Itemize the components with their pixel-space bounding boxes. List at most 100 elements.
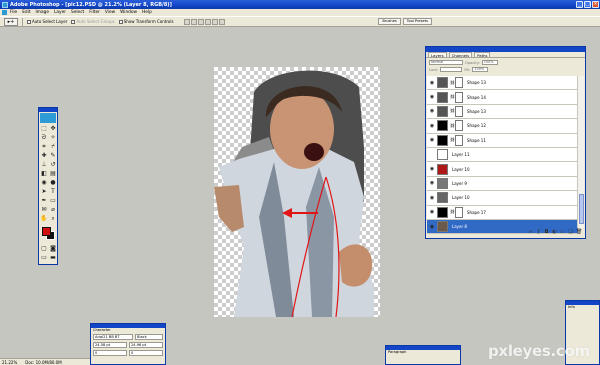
checkbox-box[interactable] <box>71 19 76 24</box>
tab-info[interactable]: Info <box>566 305 599 310</box>
align-bottom-edges-icon[interactable] <box>197 18 204 25</box>
vector-mask-thumbnail[interactable] <box>455 206 463 218</box>
layer-row[interactable]: ◉ ⛓ Shape 11 <box>427 134 578 148</box>
visibility-eye-icon[interactable] <box>429 152 435 158</box>
link-chain-icon[interactable]: ⛓ <box>450 80 455 86</box>
layer-row[interactable]: ◉ ⛓ Shape 17 <box>427 206 578 220</box>
layer-row[interactable]: Layer 11 <box>427 148 578 163</box>
visibility-eye-icon[interactable]: ◉ <box>429 94 435 100</box>
blur-tool-icon[interactable]: ◉ <box>40 179 48 187</box>
close-button[interactable]: × <box>592 1 599 8</box>
adjustment-layer-icon[interactable]: ◐ <box>552 230 557 235</box>
leading-field[interactable]: 24.96 pt <box>129 342 163 348</box>
lasso-tool-icon[interactable]: ᘐ <box>40 134 48 142</box>
standard-mode-icon[interactable]: ▢ <box>40 245 48 253</box>
align-vertical-centers-icon[interactable] <box>190 18 197 25</box>
font-style-select[interactable]: Black <box>135 334 163 340</box>
quick-mask-mode-icon[interactable]: ◙ <box>49 245 57 253</box>
document-canvas[interactable] <box>214 67 380 317</box>
layers-scrollbar[interactable] <box>577 76 584 228</box>
menu-filter[interactable]: Filter <box>89 10 100 15</box>
zoom-tool-icon[interactable]: ⌕ <box>49 215 57 223</box>
add-mask-icon[interactable]: ◘ <box>544 230 549 235</box>
pen-tool-icon[interactable]: ✒ <box>40 197 48 205</box>
eraser-tool-icon[interactable]: ◧ <box>40 170 48 178</box>
align-right-edges-icon[interactable] <box>218 18 225 25</box>
tracking-field[interactable]: 0 <box>129 350 163 356</box>
layer-row[interactable]: ◉ Layer 10 <box>427 162 578 177</box>
auto-select-groups-checkbox[interactable]: Auto Select Groups <box>71 19 115 24</box>
screen-mode-standard-icon[interactable]: ▭ <box>40 254 48 262</box>
show-transform-controls-checkbox[interactable]: Show Transform Controls <box>118 19 174 24</box>
tab-tool-presets[interactable]: Tool Presets <box>402 18 432 25</box>
eyedropper-tool-icon[interactable]: ⌀ <box>49 206 57 214</box>
align-left-edges-icon[interactable] <box>204 18 211 25</box>
clone-stamp-icon[interactable]: ⊥ <box>40 161 48 169</box>
link-chain-icon[interactable]: ⛓ <box>450 108 455 114</box>
lock-buttons[interactable] <box>440 67 463 72</box>
document-icon[interactable] <box>2 10 7 15</box>
scrollbar-thumb[interactable] <box>579 194 584 224</box>
link-chain-icon[interactable]: ⛓ <box>450 209 455 215</box>
visibility-eye-icon[interactable]: ◉ <box>429 80 435 86</box>
visibility-eye-icon[interactable]: ◉ <box>429 195 435 201</box>
tool-preset-picker[interactable]: ▸+ <box>4 17 18 26</box>
crop-tool-icon[interactable]: ⌗ <box>40 143 48 151</box>
new-group-icon[interactable]: ▭ <box>560 230 565 235</box>
visibility-eye-icon[interactable]: ◉ <box>429 209 435 215</box>
link-chain-icon[interactable]: ⛓ <box>450 123 455 129</box>
new-layer-icon[interactable]: ❏ <box>568 230 573 235</box>
menu-window[interactable]: Window <box>120 10 137 15</box>
vector-mask-thumbnail[interactable] <box>455 105 463 117</box>
tab-paragraph[interactable]: Paragraph <box>386 350 460 355</box>
dodge-tool-icon[interactable]: ● <box>49 179 57 187</box>
vector-mask-thumbnail[interactable] <box>455 120 463 132</box>
layer-row[interactable]: ◉ ⛓ Shape 14 <box>427 90 578 105</box>
opacity-field[interactable]: 100% <box>481 60 498 65</box>
hand-tool-icon[interactable]: ✋ <box>40 215 48 223</box>
link-chain-icon[interactable]: ⛓ <box>450 94 455 100</box>
visibility-eye-icon[interactable]: ◉ <box>429 123 435 129</box>
menu-file[interactable]: File <box>10 10 17 15</box>
magic-wand-tool-icon[interactable]: ✧ <box>49 134 57 142</box>
blend-mode-select[interactable]: Normal <box>429 60 463 65</box>
notes-tool-icon[interactable]: ✉ <box>40 206 48 214</box>
layer-row[interactable]: ◉ Layer 9 <box>427 177 578 192</box>
vector-mask-thumbnail[interactable] <box>455 134 463 146</box>
brush-tool-icon[interactable]: ✎ <box>49 152 57 160</box>
visibility-eye-icon[interactable]: ◉ <box>429 137 435 143</box>
path-selection-icon[interactable]: ➤ <box>40 188 48 196</box>
layer-style-icon[interactable]: ƒ <box>536 230 541 235</box>
tab-paths[interactable]: Paths <box>474 52 491 58</box>
maximize-button[interactable]: □ <box>584 1 591 8</box>
menu-help[interactable]: Help <box>142 10 152 15</box>
menu-view[interactable]: View <box>105 10 115 15</box>
auto-select-layer-checkbox[interactable]: Auto Select Layer <box>27 19 67 24</box>
tab-channels[interactable]: Channels <box>448 52 473 58</box>
marquee-tool-icon[interactable]: ⬚ <box>40 125 48 133</box>
tab-layers[interactable]: Layers <box>428 52 447 58</box>
vector-mask-thumbnail[interactable] <box>455 77 463 89</box>
photoshop-logo[interactable] <box>40 113 56 123</box>
minimize-button[interactable]: _ <box>576 1 583 8</box>
history-brush-icon[interactable]: ↺ <box>49 161 57 169</box>
gradient-tool-icon[interactable]: ▤ <box>49 170 57 178</box>
move-tool-icon[interactable]: ✥ <box>49 125 57 133</box>
tools-palette-titlebar[interactable] <box>39 108 57 112</box>
shape-tool-icon[interactable]: ▭ <box>49 197 57 205</box>
link-chain-icon[interactable]: ⛓ <box>450 137 455 143</box>
foreground-color-swatch[interactable] <box>42 227 51 236</box>
align-top-edges-icon[interactable] <box>183 18 190 25</box>
checkbox-box[interactable] <box>27 19 31 24</box>
link-layers-icon[interactable]: ∞ <box>528 230 533 235</box>
visibility-eye-icon[interactable]: ◉ <box>429 108 435 114</box>
font-family-select[interactable]: Arial21 BB BT <box>93 334 133 340</box>
vector-mask-thumbnail[interactable] <box>455 91 463 103</box>
layer-row[interactable]: ◉ ⛓ Shape 12 <box>427 119 578 134</box>
font-size-field[interactable]: 24.58 pt <box>93 342 127 348</box>
menu-edit[interactable]: Edit <box>22 10 30 15</box>
layer-row[interactable]: ◉ Layer 10 <box>427 191 578 206</box>
layer-row[interactable]: ◉ ⛓ Shape 13 <box>427 76 578 91</box>
align-horizontal-centers-icon[interactable] <box>211 18 218 25</box>
trash-icon[interactable]: 🗑 <box>576 230 582 235</box>
